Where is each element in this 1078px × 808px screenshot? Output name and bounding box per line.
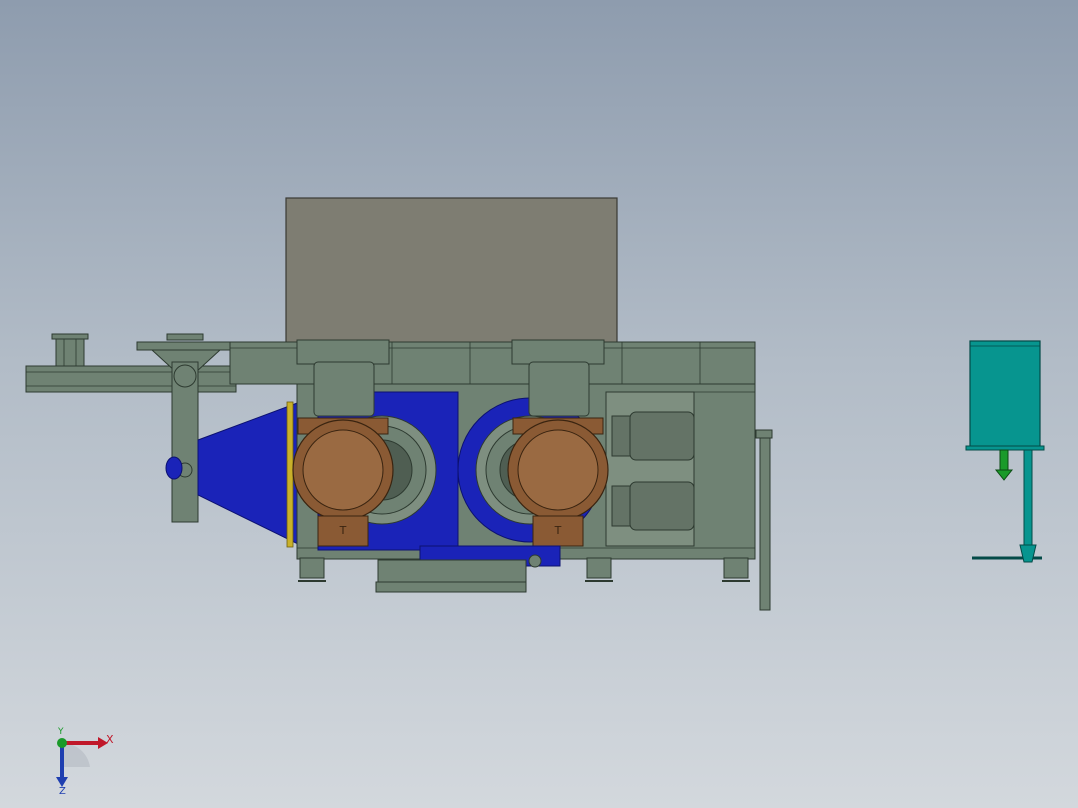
svg-text:T: T [339, 524, 347, 537]
orientation-triad: X Y Z [56, 727, 114, 795]
svg-text:T: T [554, 524, 562, 537]
y-axis-label: Y [57, 727, 64, 737]
x-axis-label: X [106, 733, 114, 746]
hopper-box [285, 197, 618, 345]
cad-viewport[interactable]: T T [0, 0, 1078, 808]
control-panel [965, 340, 1045, 563]
y-axis-icon [57, 738, 67, 748]
z-axis-label: Z [59, 786, 66, 795]
support-post [755, 429, 773, 611]
base [298, 557, 750, 593]
